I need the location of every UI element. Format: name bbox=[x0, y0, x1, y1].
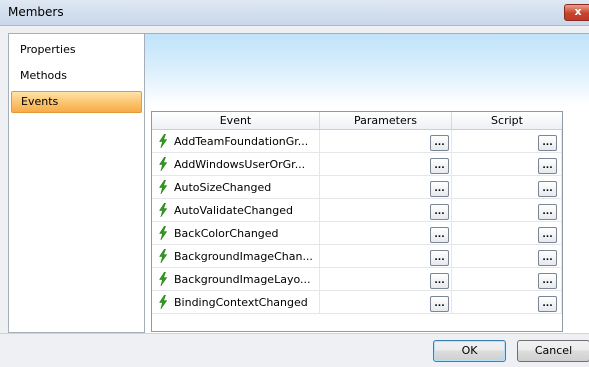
content-panel: Event Parameters Script AddTeamFoundatio… bbox=[145, 33, 589, 333]
sidebar-item-label: Methods bbox=[20, 69, 67, 82]
script-cell: ... bbox=[452, 245, 562, 268]
event-cell[interactable]: BackColorChanged bbox=[152, 222, 320, 245]
event-name: AutoValidateChanged bbox=[174, 204, 293, 217]
parameters-browse-button[interactable]: ... bbox=[430, 227, 449, 243]
sidebar-item-methods[interactable]: Methods bbox=[11, 65, 142, 87]
event-cell[interactable]: AddTeamFoundationGr... bbox=[152, 130, 320, 153]
event-name: BindingContextChanged bbox=[174, 296, 308, 309]
table-row[interactable]: BackColorChanged...... bbox=[152, 222, 562, 245]
parameters-browse-button[interactable]: ... bbox=[430, 135, 449, 151]
ok-button[interactable]: OK bbox=[433, 340, 506, 362]
parameters-browse-button[interactable]: ... bbox=[430, 250, 449, 266]
window-title: Members bbox=[8, 5, 64, 19]
column-header-parameters[interactable]: Parameters bbox=[320, 112, 452, 129]
lightning-bolt-icon bbox=[158, 133, 168, 149]
lightning-bolt-icon bbox=[158, 225, 168, 241]
event-cell[interactable]: AutoSizeChanged bbox=[152, 176, 320, 199]
script-browse-button[interactable]: ... bbox=[538, 250, 557, 266]
sidebar-item-label: Events bbox=[21, 95, 59, 108]
close-icon: x bbox=[574, 5, 582, 18]
parameters-cell: ... bbox=[320, 153, 452, 176]
lightning-bolt-icon bbox=[158, 271, 168, 287]
script-cell: ... bbox=[452, 153, 562, 176]
event-cell[interactable]: BackgroundImageLayo... bbox=[152, 268, 320, 291]
lightning-bolt-icon bbox=[158, 156, 168, 172]
script-browse-button[interactable]: ... bbox=[538, 296, 557, 312]
event-name: BackgroundImageLayo... bbox=[174, 273, 311, 286]
grid-header: Event Parameters Script bbox=[152, 112, 562, 130]
sidebar-item-label: Properties bbox=[20, 43, 76, 56]
script-browse-button[interactable]: ... bbox=[538, 273, 557, 289]
table-row[interactable]: AddTeamFoundationGr......... bbox=[152, 130, 562, 153]
parameters-cell: ... bbox=[320, 130, 452, 153]
event-name: AddWindowsUserOrGr... bbox=[174, 158, 306, 171]
event-name: BackColorChanged bbox=[174, 227, 279, 240]
vertical-scrollbar[interactable]: ▲ ▼ bbox=[562, 112, 563, 331]
script-cell: ... bbox=[452, 199, 562, 222]
script-browse-button[interactable]: ... bbox=[538, 204, 557, 220]
title-bar: Members x bbox=[0, 0, 589, 26]
event-name: BackgroundImageChan... bbox=[174, 250, 313, 263]
header-banner bbox=[145, 34, 589, 106]
table-row[interactable]: AddWindowsUserOrGr......... bbox=[152, 153, 562, 176]
event-cell[interactable]: AddWindowsUserOrGr... bbox=[152, 153, 320, 176]
lightning-bolt-icon bbox=[158, 202, 168, 218]
event-cell[interactable]: BackgroundImageChan... bbox=[152, 245, 320, 268]
script-cell: ... bbox=[452, 268, 562, 291]
script-browse-button[interactable]: ... bbox=[538, 181, 557, 197]
table-row[interactable]: AutoValidateChanged...... bbox=[152, 199, 562, 222]
script-browse-button[interactable]: ... bbox=[538, 135, 557, 151]
column-header-event[interactable]: Event bbox=[152, 112, 320, 129]
parameters-browse-button[interactable]: ... bbox=[430, 181, 449, 197]
parameters-browse-button[interactable]: ... bbox=[430, 273, 449, 289]
lightning-bolt-icon bbox=[158, 294, 168, 310]
column-header-script[interactable]: Script bbox=[452, 112, 562, 129]
table-row[interactable]: BackgroundImageChan......... bbox=[152, 245, 562, 268]
event-cell[interactable]: AutoValidateChanged bbox=[152, 199, 320, 222]
lightning-bolt-icon bbox=[158, 179, 168, 195]
events-grid: Event Parameters Script AddTeamFoundatio… bbox=[151, 111, 563, 332]
script-cell: ... bbox=[452, 130, 562, 153]
footer-divider bbox=[0, 333, 589, 334]
parameters-cell: ... bbox=[320, 222, 452, 245]
script-cell: ... bbox=[452, 176, 562, 199]
parameters-browse-button[interactable]: ... bbox=[430, 158, 449, 174]
parameters-cell: ... bbox=[320, 176, 452, 199]
cancel-button[interactable]: Cancel bbox=[517, 340, 589, 362]
parameters-cell: ... bbox=[320, 291, 452, 314]
event-name: AutoSizeChanged bbox=[174, 181, 272, 194]
sidebar-item-events[interactable]: Events bbox=[11, 91, 142, 113]
table-row[interactable]: AutoSizeChanged...... bbox=[152, 176, 562, 199]
sidebar-item-properties[interactable]: Properties bbox=[11, 39, 142, 61]
lightning-bolt-icon bbox=[158, 248, 168, 264]
script-browse-button[interactable]: ... bbox=[538, 227, 557, 243]
members-sidebar: Properties Methods Events bbox=[8, 33, 145, 333]
event-cell[interactable]: BindingContextChanged bbox=[152, 291, 320, 314]
table-row[interactable]: BackgroundImageLayo......... bbox=[152, 268, 562, 291]
parameters-cell: ... bbox=[320, 268, 452, 291]
parameters-cell: ... bbox=[320, 199, 452, 222]
parameters-browse-button[interactable]: ... bbox=[430, 204, 449, 220]
parameters-cell: ... bbox=[320, 245, 452, 268]
parameters-browse-button[interactable]: ... bbox=[430, 296, 449, 312]
event-name: AddTeamFoundationGr... bbox=[174, 135, 309, 148]
script-browse-button[interactable]: ... bbox=[538, 158, 557, 174]
table-row[interactable]: BindingContextChanged...... bbox=[152, 291, 562, 314]
script-cell: ... bbox=[452, 222, 562, 245]
script-cell: ... bbox=[452, 291, 562, 314]
close-button[interactable]: x bbox=[564, 4, 589, 21]
